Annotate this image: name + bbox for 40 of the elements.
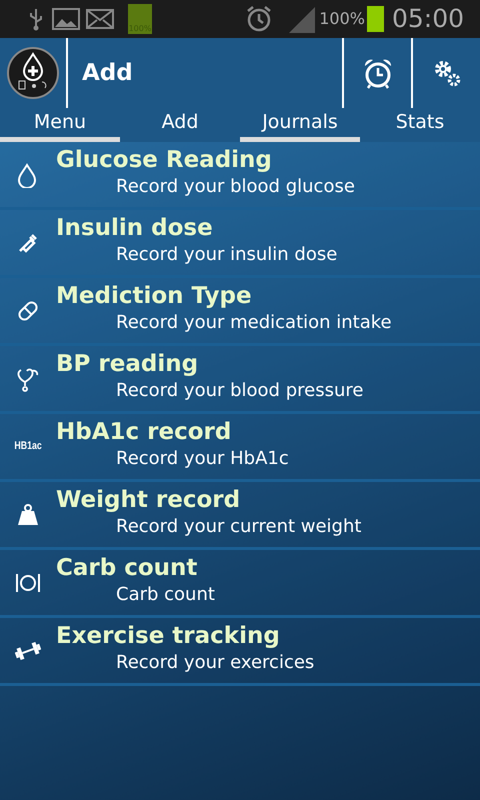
item-subtitle: Record your medication intake: [116, 311, 392, 335]
list-item[interactable]: Carb count Carb count: [0, 550, 480, 618]
item-subtitle: Carb count: [116, 583, 215, 607]
item-title: Exercise tracking: [56, 622, 281, 651]
item-subtitle: Record your current weight: [116, 515, 362, 539]
item-title: HbA1c record: [56, 418, 232, 447]
tab[interactable]: Menu: [0, 108, 120, 142]
list-item[interactable]: Insulin dose Record your insulin dose: [0, 210, 480, 278]
list-item[interactable]: Weight record Record your current weight: [0, 482, 480, 550]
list-item[interactable]: Mediction Type Record your medication intake: [0, 278, 480, 346]
item-title: Weight record: [56, 486, 242, 515]
item-subtitle: Record your insulin dose: [116, 243, 338, 267]
item-title: BP reading: [56, 350, 200, 379]
item-subtitle: Record your blood glucose: [116, 175, 355, 199]
battery-icon: [366, 6, 384, 32]
tab[interactable]: Add: [120, 108, 240, 142]
clock-time: 05:00: [392, 3, 464, 36]
stethoscope-icon: [15, 366, 41, 392]
tab[interactable]: Stats: [360, 108, 480, 142]
item-title: Glucose Reading: [56, 146, 273, 175]
list-item[interactable]: Glucose Reading Record your blood glucose: [0, 142, 480, 210]
app-logo-icon: [6, 46, 60, 100]
item-subtitle: Record your blood pressure: [116, 379, 364, 403]
usb-icon: [28, 7, 44, 31]
battery-percent: 100%: [319, 8, 365, 30]
weight-icon: [15, 502, 41, 528]
tab[interactable]: Journals: [240, 108, 360, 142]
alarm-icon: [245, 5, 274, 33]
image-icon: [52, 7, 80, 31]
item-title: Carb count: [56, 554, 198, 583]
item-title: Insulin dose: [56, 214, 214, 243]
hba1c-icon: HB1ac: [14, 438, 42, 455]
list-item[interactable]: BP reading Record your blood pressure: [0, 346, 480, 414]
item-subtitle: Record your HbA1c: [116, 447, 289, 471]
screen-title: Add: [82, 58, 134, 88]
item-subtitle: Record your exercices: [116, 651, 314, 675]
signal-icon: [287, 5, 318, 33]
mail-icon: [86, 9, 114, 29]
item-title: Mediction Type: [56, 282, 253, 311]
list-item[interactable]: HB1ac HbA1c record Record your HbA1c: [0, 414, 480, 482]
